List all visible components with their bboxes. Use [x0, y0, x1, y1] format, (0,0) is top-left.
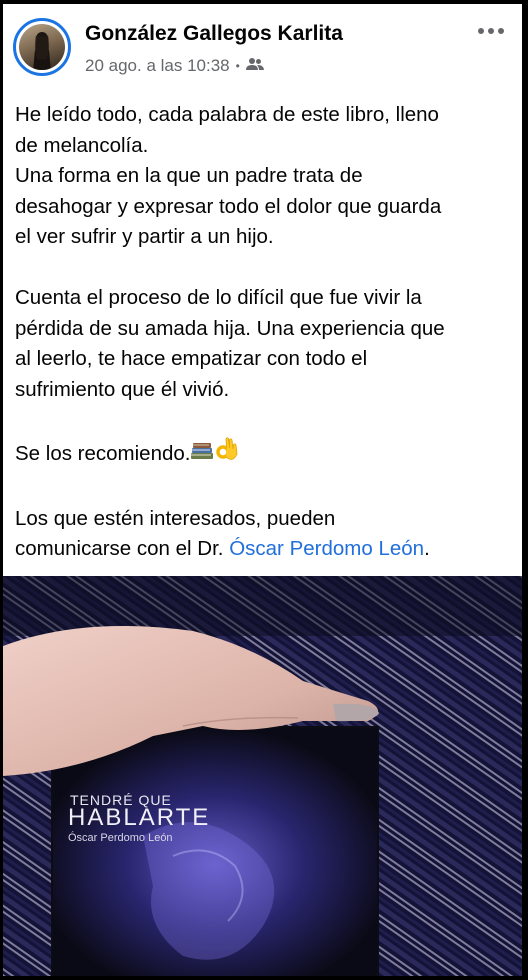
text-line: Una forma en la que un padre trata de — [15, 164, 363, 187]
avatar-photo — [19, 24, 65, 70]
ok-hand-icon — [214, 436, 240, 474]
post-paragraph-2: Cuenta el proceso de lo difícil que fue … — [15, 283, 515, 405]
text-line: al leerlo, te hace empatizar con todo el — [15, 347, 368, 370]
text-line: Los que estén interesados, pueden — [15, 506, 336, 530]
post-header: González Gallegos Karlita 20 ago. a las … — [3, 4, 522, 92]
text-line: He leído todo, cada palabra de este libr… — [15, 103, 439, 126]
post-body: He leído todo, cada palabra de este libr… — [15, 100, 515, 595]
more-dot — [488, 28, 494, 34]
person-silhouette-icon — [33, 31, 51, 70]
screenshot-frame: González Gallegos Karlita 20 ago. a las … — [0, 0, 528, 980]
post-author[interactable]: González Gallegos Karlita — [85, 22, 343, 46]
more-dot — [478, 28, 484, 34]
friends-icon[interactable] — [245, 56, 264, 76]
text-line: comunicarse con el Dr. — [15, 537, 230, 560]
post-photo[interactable] — [3, 576, 522, 976]
more-options-button[interactable] — [478, 28, 504, 34]
text-line: sufrimiento que él vivió. — [15, 377, 230, 401]
text-line: Cuenta el proceso de lo difícil que fue … — [15, 286, 422, 309]
book-author: Óscar Perdomo León — [68, 832, 173, 844]
post-paragraph-3: Se los recomiendo. — [15, 436, 515, 474]
books-icon — [190, 439, 214, 471]
text-line: . — [424, 537, 430, 560]
more-dot — [498, 28, 504, 34]
author-profile-link[interactable]: Óscar Perdomo León — [229, 537, 424, 560]
post-meta: 20 ago. a las 10:38 • — [85, 56, 264, 76]
text-line: desahogar y expresar todo el dolor que g… — [15, 194, 442, 218]
text-line: de melancolía. — [15, 133, 149, 157]
post-paragraph-4: Los que estén interesados, pueden comuni… — [15, 504, 515, 565]
avatar[interactable] — [13, 18, 71, 76]
text-line: el ver sufrir y partir a un hijo. — [15, 225, 274, 248]
book-title-line2: HABLARTE — [68, 804, 211, 831]
post-card: González Gallegos Karlita 20 ago. a las … — [3, 4, 522, 576]
post-paragraph-1: He leído todo, cada palabra de este libr… — [15, 100, 515, 253]
meta-separator: • — [235, 59, 240, 73]
book-photo-image — [3, 576, 522, 976]
recommend-text: Se los recomiendo. — [15, 441, 191, 465]
post-timestamp[interactable]: 20 ago. a las 10:38 — [85, 56, 230, 76]
text-line: pérdida de su amada hija. Una experienci… — [15, 316, 445, 340]
